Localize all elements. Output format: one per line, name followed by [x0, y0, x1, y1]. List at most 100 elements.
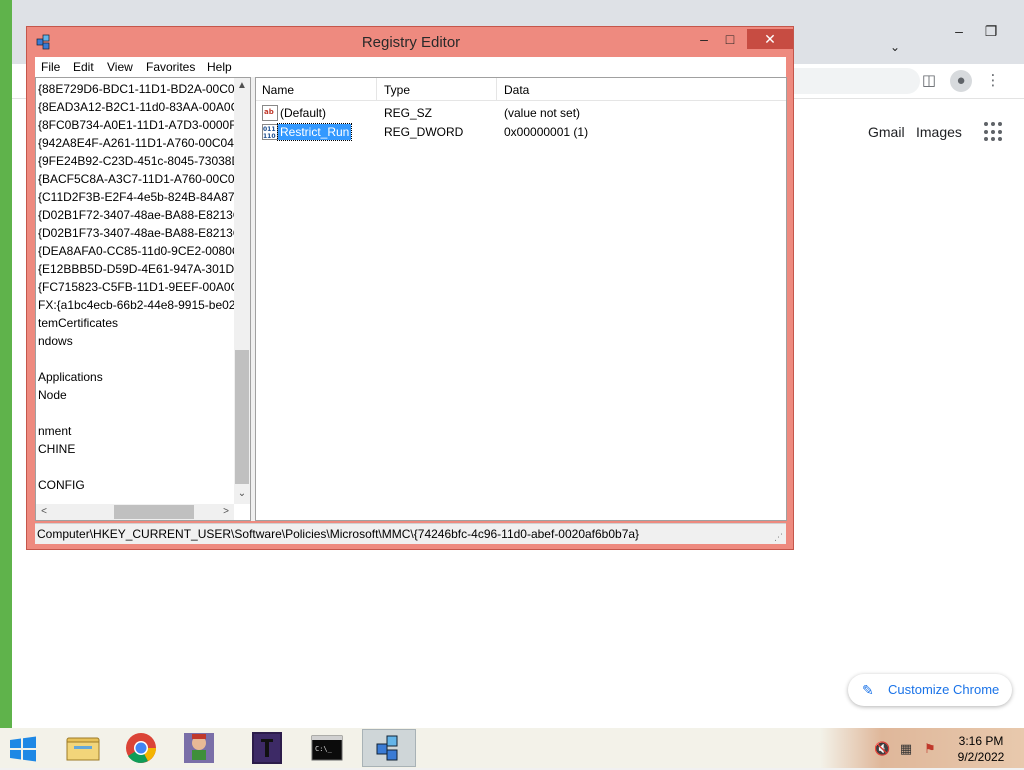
menu-view[interactable]: View	[107, 60, 133, 74]
tree-key-node[interactable]: {88E729D6-BDC1-11D1-BD2A-00C04F	[38, 80, 234, 98]
gmail-link[interactable]: Gmail	[868, 124, 905, 140]
resize-grip-icon[interactable]: ⋰	[774, 532, 784, 542]
svg-text:C:\_: C:\_	[315, 745, 333, 753]
menu-file[interactable]: File	[41, 60, 60, 74]
minimize-button[interactable]: –	[691, 29, 717, 49]
value-name: (Default)	[280, 106, 327, 120]
window-title: Registry Editor	[361, 34, 461, 51]
customize-chrome-button[interactable]: ✎ Customize Chrome	[848, 674, 1012, 706]
windows-start-icon[interactable]	[8, 736, 38, 762]
value-type: REG_SZ	[384, 106, 433, 120]
profile-avatar-icon[interactable]: ●	[950, 70, 972, 92]
chrome-maximize-button[interactable]: ❐	[976, 18, 1006, 44]
maximize-button[interactable]: □	[717, 29, 743, 49]
tree-key-node[interactable]: {D02B1F72-3407-48ae-BA88-E8213C6	[38, 206, 234, 224]
menu-favorites[interactable]: Favorites	[146, 60, 195, 74]
network-icon[interactable]: ▦	[898, 741, 914, 757]
tree-key-node[interactable]: nment	[38, 422, 234, 440]
svg-text:110: 110	[263, 133, 276, 140]
taskbar-file-explorer[interactable]	[56, 729, 110, 767]
column-name-header[interactable]: Name	[262, 83, 294, 97]
system-clock[interactable]: 3:16 PM 9/2/2022	[946, 733, 1016, 765]
value-row[interactable]: ab (Default) REG_SZ (value not set)	[256, 104, 786, 123]
values-pane: Name Type Data ab (Default) REG_SZ (valu…	[255, 77, 787, 521]
scroll-down-arrow-icon[interactable]: ⌄	[234, 486, 250, 502]
scroll-right-arrow-icon[interactable]: >	[218, 504, 234, 520]
tree-horizontal-scrollbar[interactable]: < >	[36, 504, 234, 520]
taskbar-game-app[interactable]	[172, 729, 226, 767]
taskbar-registry-editor[interactable]	[362, 729, 416, 767]
tree-key-node[interactable]: CHINE	[38, 440, 234, 458]
value-name: Restrict_Run	[276, 123, 353, 141]
tree-key-node[interactable]: {FC715823-C5FB-11D1-9EEF-00A0C9	[38, 278, 234, 296]
vertical-scroll-thumb[interactable]	[235, 350, 249, 484]
tree-vertical-scrollbar[interactable]: ▲ ⌄	[234, 78, 250, 504]
folder-icon	[66, 737, 100, 761]
tree-key-node[interactable]	[38, 458, 234, 476]
app-t-icon	[252, 732, 282, 764]
tree-key-node[interactable]: {8FC0B734-A0E1-11D1-A7D3-0000F8	[38, 116, 234, 134]
taskbar-chrome[interactable]	[114, 729, 168, 767]
tree-key-node[interactable]	[38, 350, 234, 368]
taskbar: C:\_ 🔇 ▦ ⚑ 3:16 PM 9/2/2022	[0, 728, 1024, 768]
tree-key-node[interactable]: {C11D2F3B-E2F4-4e5b-824B-84A87AI	[38, 188, 234, 206]
tree-key-node[interactable]: {E12BBB5D-D59D-4E61-947A-301D25	[38, 260, 234, 278]
scroll-left-arrow-icon[interactable]: <	[36, 504, 52, 520]
tree-key-node[interactable]	[38, 404, 234, 422]
svg-text:011: 011	[263, 126, 276, 133]
tree-key-node[interactable]: Node	[38, 386, 234, 404]
value-data: 0x00000001 (1)	[504, 125, 589, 139]
game-character-icon	[184, 733, 214, 763]
chevron-down-icon[interactable]: ⌄	[880, 34, 910, 60]
tree-key-node[interactable]: {942A8E4F-A261-11D1-A760-00C04FE	[38, 134, 234, 152]
clock-time: 3:16 PM	[958, 734, 1004, 748]
client-area: {88E729D6-BDC1-11D1-BD2A-00C04F {8EAD3A12…	[35, 77, 787, 521]
action-center-warning-icon[interactable]: ⚑	[922, 741, 938, 757]
registry-editor-window: Registry Editor – □ ✕ File Edit View Fav…	[26, 26, 794, 550]
customize-chrome-label: Customize Chrome	[888, 682, 1000, 697]
menu-help[interactable]: Help	[207, 60, 232, 74]
tree-key-node[interactable]: ndows	[38, 332, 234, 350]
value-data: (value not set)	[504, 106, 581, 120]
tree-key-node[interactable]: temCertificates	[38, 314, 234, 332]
horizontal-scroll-thumb[interactable]	[114, 505, 194, 519]
registry-path: Computer\HKEY_CURRENT_USER\Software\Poli…	[37, 527, 640, 541]
tree-key-node[interactable]: {DEA8AFA0-CC85-11d0-9CE2-0080C7	[38, 242, 234, 260]
key-tree: {88E729D6-BDC1-11D1-BD2A-00C04F {8EAD3A12…	[38, 80, 234, 504]
string-value-icon: ab	[262, 105, 278, 121]
column-data-header[interactable]: Data	[504, 83, 529, 97]
scroll-up-arrow-icon[interactable]: ▲	[234, 78, 250, 94]
clock-date: 9/2/2022	[957, 750, 1005, 764]
address-bar[interactable]	[772, 68, 920, 94]
menu-bar: File Edit View Favorites Help	[35, 57, 786, 77]
chrome-icon	[126, 733, 156, 763]
tree-key-node[interactable]: Applications	[38, 368, 234, 386]
tree-key-node[interactable]: {D02B1F73-3407-48ae-BA88-E8213C6	[38, 224, 234, 242]
volume-muted-icon[interactable]: 🔇	[874, 741, 890, 757]
tree-key-node[interactable]: FX:{a1bc4ecb-66b2-44e8-9915-be02e	[38, 296, 234, 314]
taskbar-tor-app[interactable]	[240, 729, 294, 767]
chrome-minimize-button[interactable]: –	[944, 18, 974, 44]
taskbar-command-prompt[interactable]: C:\_	[300, 729, 354, 767]
column-type-header[interactable]: Type	[384, 83, 410, 97]
images-link[interactable]: Images	[916, 124, 962, 140]
svg-text:ab: ab	[264, 108, 274, 116]
status-bar: Computer\HKEY_CURRENT_USER\Software\Poli…	[35, 523, 786, 544]
value-type: REG_DWORD	[384, 125, 464, 139]
key-tree-pane: {88E729D6-BDC1-11D1-BD2A-00C04F {8EAD3A12…	[35, 77, 251, 521]
apps-grid-icon[interactable]	[984, 122, 1004, 142]
value-row-selected[interactable]: 011 110 Restrict_Run REG_DWORD 0x0000000…	[256, 123, 786, 142]
tree-key-node[interactable]: CONFIG	[38, 476, 234, 494]
binary-value-icon: 011 110	[262, 124, 278, 140]
tree-key-node[interactable]: {BACF5C8A-A3C7-11D1-A760-00C04	[38, 170, 234, 188]
menu-edit[interactable]: Edit	[73, 60, 94, 74]
side-panel-icon[interactable]: ◫	[918, 70, 940, 92]
tree-key-node[interactable]: {9FE24B92-C23D-451c-8045-73038D9	[38, 152, 234, 170]
pencil-icon: ✎	[862, 682, 874, 698]
close-button[interactable]: ✕	[747, 29, 793, 49]
values-header: Name Type Data	[256, 78, 786, 101]
tree-key-node[interactable]: {8EAD3A12-B2C1-11d0-83AA-00A0C	[38, 98, 234, 116]
kebab-menu-icon[interactable]: ⋮	[982, 70, 1004, 92]
command-prompt-icon: C:\_	[311, 735, 343, 761]
regedit-icon	[376, 735, 398, 761]
